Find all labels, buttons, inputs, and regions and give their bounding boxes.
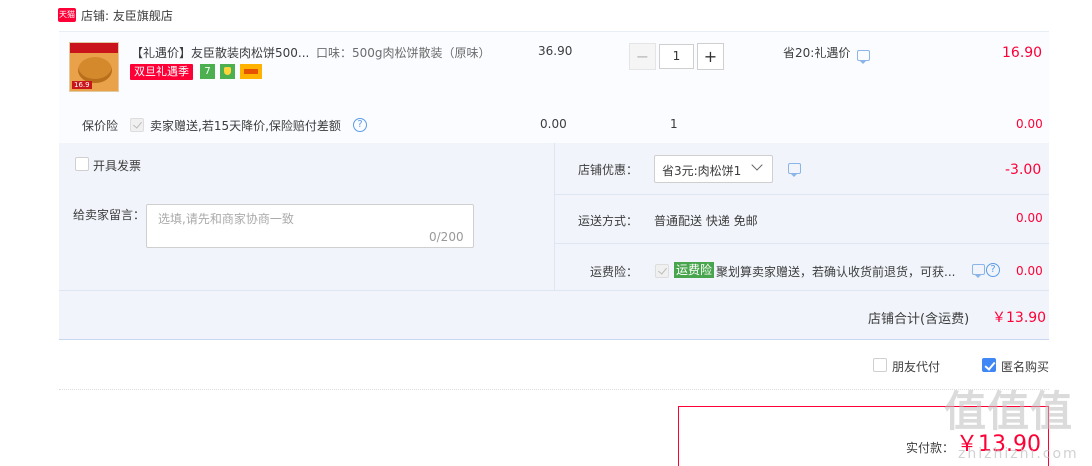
shop-discount-amount: -3.00 (1005, 162, 1042, 178)
seven-day-return-icon[interactable]: 7 (200, 64, 215, 79)
product-sku: 口味：500g肉松饼散装（原味） (316, 46, 491, 60)
tmall-logo-icon: 天猫 (58, 8, 76, 22)
unit-price: 36.90 (538, 44, 573, 58)
insurance-checkbox (130, 118, 144, 132)
guarantee-icon[interactable] (220, 64, 235, 79)
item-subtotal: 16.90 (1002, 45, 1043, 61)
shop-discount-label: 店铺优惠： (578, 163, 639, 177)
divider (59, 290, 1049, 291)
product-title[interactable]: 【礼遇价】友臣散装肉松饼500... (131, 44, 309, 61)
insurance-help-icon[interactable]: ? (353, 118, 367, 132)
friend-pay-label[interactable]: 朋友代付 (892, 358, 940, 375)
thumbnail-bun-image (78, 57, 112, 83)
divider (554, 194, 1049, 195)
insurance-quantity: 1 (670, 117, 678, 131)
anonymous-checkbox[interactable] (982, 358, 996, 372)
discount-chat-icon[interactable] (788, 163, 801, 177)
invoice-label[interactable]: 开具发票 (93, 157, 141, 174)
saving-label: 省20:礼遇价 (783, 46, 851, 60)
shop-name[interactable]: 店铺: 友臣旗舰店 (81, 7, 173, 24)
shop-discount-selected: 省3元:肉松饼1 (662, 164, 742, 178)
chat-icon[interactable] (857, 50, 870, 64)
shipping-label: 运送方式： (578, 214, 639, 228)
shop-total-label: 店铺合计(含运费) (868, 312, 970, 327)
product-thumbnail[interactable]: 16.9 (69, 42, 119, 92)
watermark: 值值值 (944, 387, 1074, 436)
freight-insurance-badge: 运费险 (674, 262, 715, 278)
insurance-label: 保价险 (82, 119, 119, 133)
message-placeholder: 选填,请先和商家协商一致 (158, 212, 294, 226)
quantity-increase-button[interactable]: + (697, 43, 724, 70)
payment-label: 实付款： (906, 441, 955, 455)
shipping-amount: 0.00 (1016, 211, 1043, 225)
insurance-price: 0.00 (540, 117, 567, 131)
quantity-decrease-button[interactable]: − (629, 43, 656, 70)
watermark-url: zhizhizhi.com (958, 446, 1079, 462)
anonymous-label[interactable]: 匿名购买 (1001, 358, 1049, 375)
freight-insurance-description: 聚划算卖家赠送，若确认收货前退货，可获... (716, 265, 956, 279)
freight-insurance-label: 运费险： (590, 265, 639, 279)
freight-insurance-checkbox (655, 264, 669, 278)
shipping-method: 普通配送 快递 免邮 (654, 214, 758, 228)
divider (554, 243, 1049, 244)
divider (59, 389, 1049, 390)
quantity-input[interactable]: 1 (659, 44, 694, 69)
friend-pay-checkbox[interactable] (873, 358, 887, 372)
credit-card-icon[interactable] (240, 64, 262, 79)
message-char-count: 0/200 (429, 230, 464, 244)
freight-help-icon[interactable]: ? (986, 263, 1000, 277)
thumbnail-banner (70, 43, 118, 53)
shop-total-amount: ￥13.90 (992, 310, 1047, 326)
insurance-total: 0.00 (1016, 117, 1043, 131)
message-label: 给卖家留言： (73, 208, 146, 222)
invoice-checkbox[interactable] (75, 157, 89, 171)
freight-insurance-amount: 0.00 (1016, 264, 1043, 278)
promo-badge: 双旦礼遇季 (130, 64, 193, 80)
freight-chat-icon[interactable] (972, 264, 985, 278)
insurance-description: 卖家赠送,若15天降价,保险赔付差额 (150, 119, 341, 133)
thumbnail-price: 16.9 (72, 81, 92, 89)
